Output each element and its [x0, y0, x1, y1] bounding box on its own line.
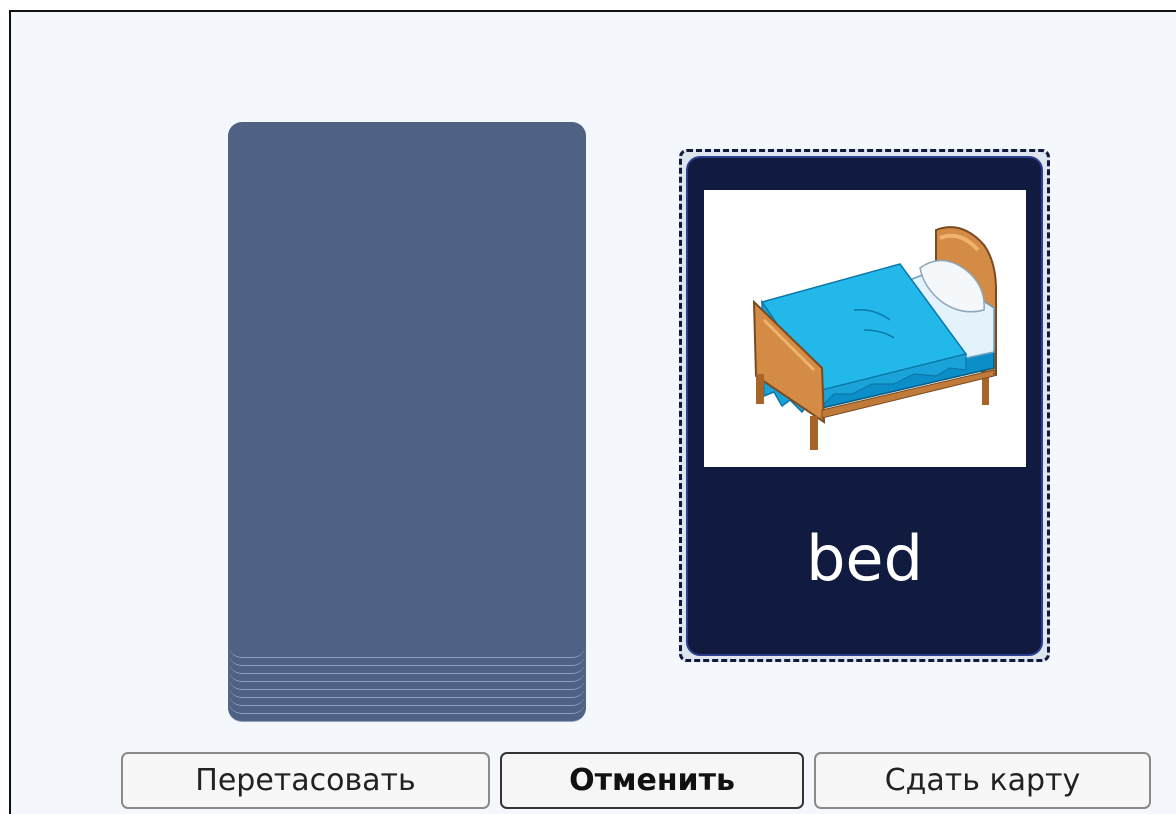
undo-button[interactable]: Отменить	[500, 752, 804, 809]
card-word: bed	[806, 522, 923, 595]
shuffle-button[interactable]: Перетасовать	[121, 752, 490, 809]
bed-icon	[704, 190, 1026, 467]
deal-card-button[interactable]: Сдать карту	[814, 752, 1151, 809]
flash-card[interactable]: bed	[686, 156, 1043, 656]
deck-top-card[interactable]	[228, 122, 586, 620]
card-deck[interactable]	[228, 122, 586, 722]
